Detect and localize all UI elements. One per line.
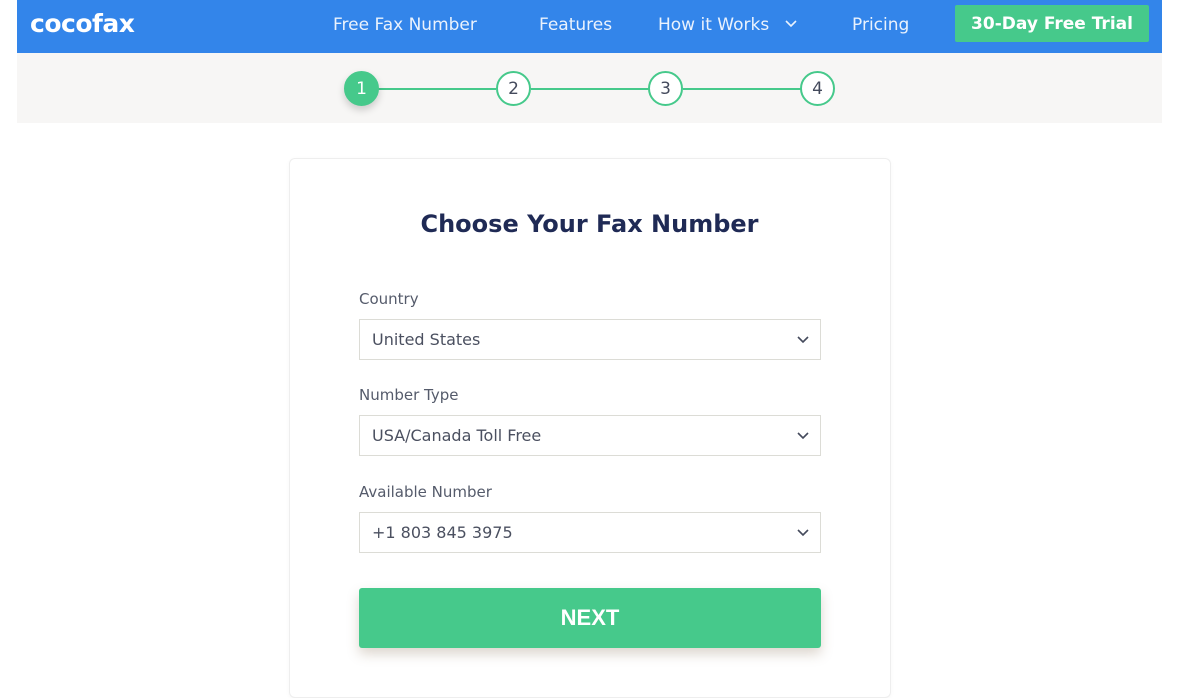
step-connector xyxy=(378,88,496,90)
nav-how-it-works[interactable]: How it Works xyxy=(658,15,797,35)
nav-free-fax-number[interactable]: Free Fax Number xyxy=(333,15,477,35)
step-1-current: 1 xyxy=(344,71,379,106)
chevron-down-icon xyxy=(797,432,809,440)
next-button[interactable]: NEXT xyxy=(359,588,821,648)
cocofax-logo[interactable]: cocofax xyxy=(30,9,135,38)
number-type-label: Number Type xyxy=(359,386,459,404)
number-type-select[interactable]: USA/Canada Toll Free xyxy=(359,415,821,456)
page: cocofax Free Fax Number Features How it … xyxy=(17,0,1162,698)
chevron-down-icon xyxy=(797,529,809,537)
nav-pricing[interactable]: Pricing xyxy=(852,15,909,35)
nav-label: Free Fax Number xyxy=(333,15,477,35)
number-type-value: USA/Canada Toll Free xyxy=(372,426,542,445)
step-4: 4 xyxy=(800,71,835,106)
step-connector xyxy=(683,88,801,90)
nav-label: How it Works xyxy=(658,15,770,35)
step-connector xyxy=(531,88,649,90)
chevron-down-icon xyxy=(797,336,809,344)
nav-label: Pricing xyxy=(852,15,910,35)
nav-label: Features xyxy=(539,15,613,35)
step-2: 2 xyxy=(496,71,531,106)
country-select[interactable]: United States xyxy=(359,319,821,360)
country-value: United States xyxy=(372,330,481,349)
available-number-label: Available Number xyxy=(359,483,492,501)
top-nav-bar: cocofax Free Fax Number Features How it … xyxy=(17,0,1162,53)
available-number-select[interactable]: +1 803 845 3975 xyxy=(359,512,821,553)
step-3: 3 xyxy=(648,71,683,106)
chevron-down-icon xyxy=(785,17,797,31)
form-title: Choose Your Fax Number xyxy=(420,210,759,238)
free-trial-button[interactable]: 30-Day Free Trial xyxy=(955,5,1149,42)
nav-features[interactable]: Features xyxy=(539,15,612,35)
available-number-value: +1 803 845 3975 xyxy=(372,523,513,542)
country-label: Country xyxy=(359,290,419,308)
